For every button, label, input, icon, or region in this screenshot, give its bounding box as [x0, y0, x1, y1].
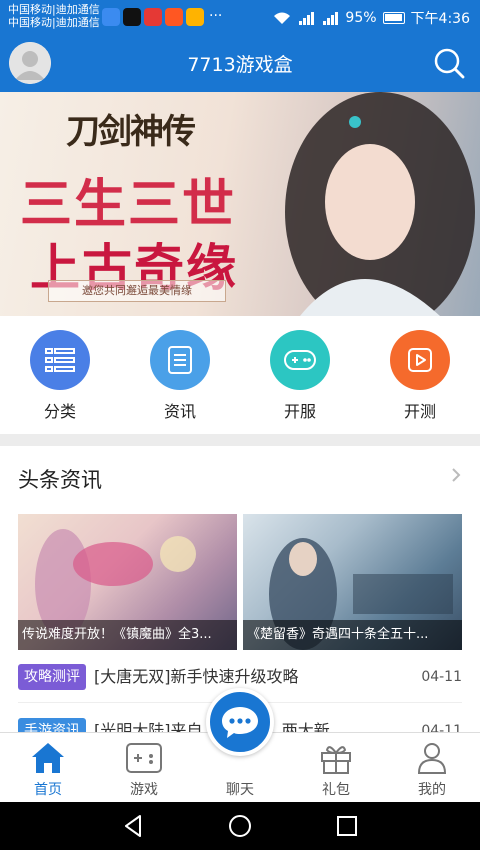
battery-percent: 95%	[345, 10, 377, 26]
news-notification-icon	[144, 8, 162, 26]
section-title: 头条资讯	[18, 468, 102, 492]
quick-nav-test[interactable]: 开测	[360, 330, 480, 422]
system-status: 95% 下午4:36	[273, 8, 470, 28]
app-title: 7713游戏盒	[187, 54, 293, 76]
chat-button[interactable]	[206, 688, 274, 756]
app-notification-icon	[186, 8, 204, 26]
promo-banner[interactable]: 刀剑神传 三生三世 上古奇缘 邀您共同邂逅最美情缘	[0, 92, 480, 316]
battery-icon	[382, 12, 405, 24]
tab-label: 我的	[418, 782, 446, 798]
play-icon	[390, 330, 450, 390]
system-nav-icons	[125, 815, 357, 837]
news-date: 04-11	[421, 669, 462, 685]
headline-card[interactable]: 《楚留香》奇遇四十条全五十...	[243, 514, 462, 650]
gift-icon	[316, 739, 356, 777]
category-icon	[30, 330, 90, 390]
quick-nav-label: 开测	[403, 402, 436, 421]
news-doc-icon	[150, 330, 210, 390]
quick-nav-category[interactable]: 分类	[0, 330, 120, 422]
banner-headline-1: 三生三世	[20, 174, 237, 235]
carrier-line-2: 中国移动|迪加通信	[8, 16, 100, 29]
home-nav-icon[interactable]	[229, 815, 251, 837]
signal-icon-1	[299, 12, 315, 25]
notification-icons: ···	[102, 8, 222, 26]
news-category-badge: 攻略测评	[18, 664, 86, 690]
status-bar: 中国移动|迪加通信 中国移动|迪加通信 ··· 95% 下午4:36	[0, 0, 480, 34]
card-caption: 《楚留香》奇遇四十条全五十...	[243, 620, 462, 650]
banner-subtitle: 邀您共同邂逅最美情缘	[48, 280, 226, 302]
quick-nav-label: 资讯	[163, 402, 196, 421]
clock: 下午4:36	[410, 11, 470, 27]
quick-nav-label: 分类	[43, 402, 76, 421]
home-icon	[28, 739, 68, 777]
user-icon	[412, 739, 452, 777]
wifi-icon	[274, 12, 291, 24]
card-caption: 传说难度开放！《镇魔曲》全3...	[18, 620, 237, 650]
headline-cards: 传说难度开放！《镇魔曲》全3... 《楚留香》奇遇四十条全五十...	[18, 514, 462, 650]
tab-me[interactable]: 我的	[384, 733, 480, 803]
section-divider	[0, 434, 480, 446]
chevron-right-icon[interactable]	[450, 468, 462, 482]
search-icon[interactable]	[432, 46, 466, 80]
tab-label: 聊天	[226, 782, 254, 798]
chat-icon	[222, 707, 258, 738]
banner-logo: 刀剑神传	[66, 112, 196, 152]
back-icon[interactable]	[125, 815, 141, 837]
quick-nav-news[interactable]: 资讯	[120, 330, 240, 422]
tab-label: 礼包	[322, 782, 350, 798]
quick-nav-label: 开服	[283, 402, 316, 421]
gamepad-icon	[124, 739, 164, 777]
quick-nav: 分类 资讯 开服 开测	[0, 316, 480, 434]
system-nav-bar	[0, 802, 480, 850]
carrier-line-1: 中国移动|迪加通信	[8, 3, 100, 16]
carrier-info: 中国移动|迪加通信 中国移动|迪加通信	[8, 3, 100, 29]
signal-icon-2	[323, 12, 339, 25]
baidu-notification-icon	[102, 8, 120, 26]
quick-nav-server[interactable]: 开服	[240, 330, 360, 422]
tab-games[interactable]: 游戏	[96, 733, 192, 803]
recents-icon[interactable]	[337, 816, 357, 836]
app-header: 7713游戏盒	[0, 34, 480, 92]
tiktok-notification-icon	[123, 8, 141, 26]
tab-home[interactable]: 首页	[0, 733, 96, 803]
tab-gifts[interactable]: 礼包	[288, 733, 384, 803]
news-title: [大唐无双]新手快速升级攻略	[94, 667, 299, 686]
gamepad-icon	[270, 330, 330, 390]
tab-label: 首页	[34, 782, 62, 798]
more-notifications: ···	[209, 8, 223, 24]
tab-label: 游戏	[130, 782, 158, 798]
video-notification-icon	[165, 8, 183, 26]
headline-card[interactable]: 传说难度开放！《镇魔曲》全3...	[18, 514, 237, 650]
